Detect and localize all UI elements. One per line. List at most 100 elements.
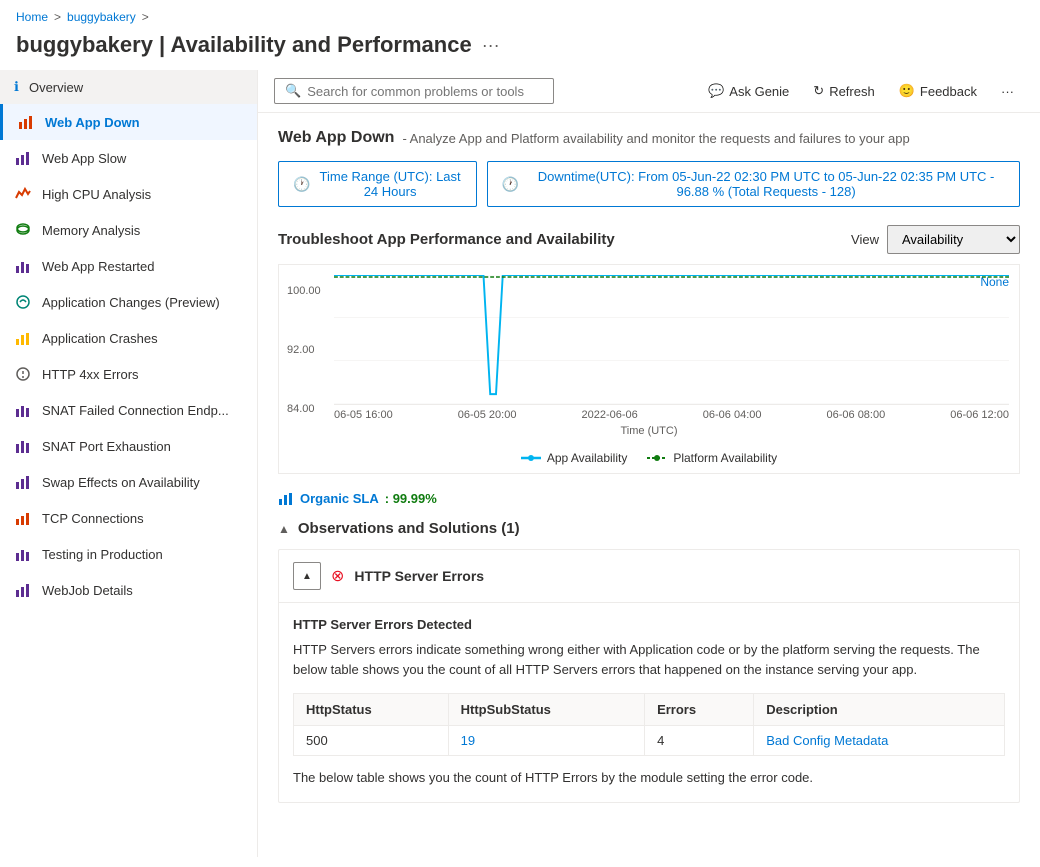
sidebar-item-label: Web App Restarted	[42, 259, 155, 274]
section-main-title: Web App Down	[278, 129, 394, 147]
table-header-substatus: HttpSubStatus	[448, 694, 644, 726]
time-range-button[interactable]: 🕐 Time Range (UTC): Last 24 Hours	[278, 161, 477, 207]
clock-icon: 🕐	[293, 176, 310, 193]
sidebar-item-web-app-restarted[interactable]: Web App Restarted	[0, 248, 257, 284]
observations-title: Observations and Solutions (1)	[298, 520, 520, 537]
table-cell-errors: 4	[645, 726, 754, 756]
overview-icon: ℹ	[14, 79, 19, 95]
sidebar-item-label: Testing in Production	[42, 547, 163, 562]
sidebar-item-label: SNAT Port Exhaustion	[42, 439, 171, 454]
bottom-text: The below table shows you the count of H…	[293, 768, 1005, 788]
section-subtitle: - Analyze App and Platform availability …	[402, 131, 909, 146]
sidebar-item-overview[interactable]: ℹ Overview	[0, 70, 257, 104]
filter-row: 🕐 Time Range (UTC): Last 24 Hours 🕐 Down…	[278, 161, 1020, 207]
sidebar-item-app-changes[interactable]: Application Changes (Preview)	[0, 284, 257, 320]
error-card-body: HTTP Server Errors Detected HTTP Servers…	[279, 603, 1019, 802]
snat-port-icon	[14, 437, 32, 455]
chevron-up-icon: ▲	[278, 522, 290, 536]
refresh-button[interactable]: ↻ Refresh	[803, 78, 884, 104]
table-header-status: HttpStatus	[294, 694, 449, 726]
downtime-button[interactable]: 🕐 Downtime(UTC): From 05-Jun-22 02:30 PM…	[487, 161, 1020, 207]
sla-value: : 99.99%	[385, 491, 437, 506]
table-cell-status: 500	[294, 726, 449, 756]
web-app-restarted-icon	[14, 257, 32, 275]
table-cell-description[interactable]: Bad Config Metadata	[754, 726, 1005, 756]
legend-app-availability: App Availability	[521, 451, 628, 465]
view-dropdown[interactable]: Availability Requests Response Time	[887, 225, 1020, 254]
troubleshoot-title: Troubleshoot App Performance and Availab…	[278, 231, 615, 248]
troubleshoot-header: Troubleshoot App Performance and Availab…	[278, 225, 1020, 254]
sidebar-item-label: WebJob Details	[42, 583, 133, 598]
chevron-up-small-icon: ▲	[302, 571, 312, 582]
sla-label: Organic SLA	[300, 491, 379, 506]
testing-production-icon	[14, 545, 32, 563]
snat-failed-icon	[14, 401, 32, 419]
sidebar-item-label: TCP Connections	[42, 511, 144, 526]
breadcrumb-sep1: >	[54, 10, 61, 24]
high-cpu-icon	[14, 185, 32, 203]
sidebar-item-label: Web App Slow	[42, 151, 126, 166]
view-select: View Availability Requests Response Time	[851, 225, 1020, 254]
sidebar-item-tcp-connections[interactable]: TCP Connections	[0, 500, 257, 536]
legend-platform-availability: Platform Availability	[647, 451, 777, 465]
sidebar-item-high-cpu[interactable]: High CPU Analysis	[0, 176, 257, 212]
table-cell-substatus[interactable]: 19	[448, 726, 644, 756]
sidebar-item-label: Application Crashes	[42, 331, 158, 346]
breadcrumb-app[interactable]: buggybakery	[67, 10, 136, 24]
observations-header[interactable]: ▲ Observations and Solutions (1)	[278, 520, 1020, 537]
sidebar-item-label: Swap Effects on Availability	[42, 475, 200, 490]
http-errors-table: HttpStatus HttpSubStatus Errors Descript…	[293, 693, 1005, 756]
error-card-header: ▲ ⊗ HTTP Server Errors	[279, 550, 1019, 603]
page-title-more[interactable]: ···	[482, 35, 500, 56]
feedback-button[interactable]: 🙂 Feedback	[889, 78, 987, 104]
sidebar: ℹ Overview Web App Down Web App Slow Hig…	[0, 70, 258, 857]
chart-area	[334, 275, 1009, 405]
chart-x-labels: 06-05 16:00 06-05 20:00 2022-06-06 06-06…	[334, 405, 1009, 425]
chart-x-title: Time (UTC)	[279, 425, 1019, 437]
toolbar: 🔍 💬 Ask Genie ↻ Refresh 🙂 Feedback ···	[258, 70, 1040, 113]
table-header-errors: Errors	[645, 694, 754, 726]
sidebar-item-testing-production[interactable]: Testing in Production	[0, 536, 257, 572]
main-content: Web App Down - Analyze App and Platform …	[258, 113, 1040, 857]
feedback-icon: 🙂	[899, 83, 915, 99]
page-title-row: buggybakery | Availability and Performan…	[0, 28, 1040, 70]
downtime-clock-icon: 🕐	[502, 176, 519, 193]
sidebar-item-http-errors[interactable]: HTTP 4xx Errors	[0, 356, 257, 392]
chart-legend: App Availability Platform Availability	[279, 443, 1019, 473]
web-app-slow-icon	[14, 149, 32, 167]
search-icon: 🔍	[285, 83, 301, 99]
chart-y-labels: 100.00 92.00 84.00	[287, 285, 321, 415]
search-box[interactable]: 🔍	[274, 78, 554, 104]
error-description: HTTP Servers errors indicate something w…	[293, 640, 1005, 679]
search-input[interactable]	[307, 84, 543, 99]
section-title: Web App Down - Analyze App and Platform …	[278, 129, 1020, 147]
sidebar-item-label: Web App Down	[45, 115, 140, 130]
sidebar-item-snat-port[interactable]: SNAT Port Exhaustion	[0, 428, 257, 464]
sidebar-item-label: Memory Analysis	[42, 223, 140, 238]
sidebar-item-web-app-slow[interactable]: Web App Slow	[0, 140, 257, 176]
breadcrumb-home[interactable]: Home	[16, 10, 48, 24]
sidebar-item-label: SNAT Failed Connection Endp...	[42, 403, 229, 418]
app-changes-icon	[14, 293, 32, 311]
refresh-icon: ↻	[813, 83, 824, 99]
sidebar-item-snat-failed[interactable]: SNAT Failed Connection Endp...	[0, 392, 257, 428]
sidebar-item-memory[interactable]: Memory Analysis	[0, 212, 257, 248]
sla-chart-icon	[278, 490, 294, 506]
error-card-toggle[interactable]: ▲	[293, 562, 321, 590]
web-app-down-icon	[17, 113, 35, 131]
toolbar-actions: 💬 Ask Genie ↻ Refresh 🙂 Feedback ···	[698, 78, 1024, 104]
table-header-description: Description	[754, 694, 1005, 726]
sidebar-item-swap-effects[interactable]: Swap Effects on Availability	[0, 464, 257, 500]
webjob-details-icon	[14, 581, 32, 599]
ask-genie-button[interactable]: 💬 Ask Genie	[698, 78, 799, 104]
sidebar-overview-label: Overview	[29, 80, 83, 95]
more-button[interactable]: ···	[991, 79, 1024, 104]
app-crashes-icon	[14, 329, 32, 347]
view-label: View	[851, 232, 879, 247]
sidebar-item-label: High CPU Analysis	[42, 187, 151, 202]
page-title: buggybakery | Availability and Performan…	[16, 32, 472, 58]
sla-row: Organic SLA : 99.99%	[278, 490, 1020, 506]
sidebar-item-webjob-details[interactable]: WebJob Details	[0, 572, 257, 608]
sidebar-item-web-app-down[interactable]: Web App Down	[0, 104, 257, 140]
sidebar-item-app-crashes[interactable]: Application Crashes	[0, 320, 257, 356]
